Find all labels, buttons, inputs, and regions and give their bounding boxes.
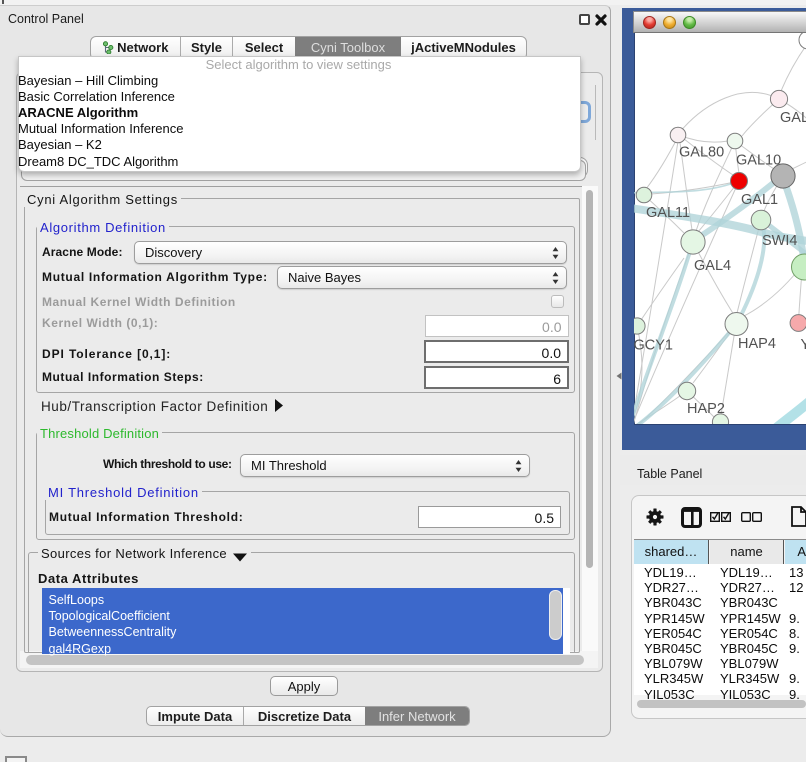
svg-text:SWI4: SWI4 <box>762 233 797 249</box>
svg-text:GAL80: GAL80 <box>679 145 724 161</box>
svg-text:HAP2: HAP2 <box>687 401 725 417</box>
svg-text:HAP4: HAP4 <box>738 336 776 352</box>
svg-text:GAL2: GAL2 <box>780 110 806 126</box>
svg-text:GAL4: GAL4 <box>694 258 731 274</box>
svg-text:Y: Y <box>801 337 806 353</box>
svg-text:GAL10: GAL10 <box>736 153 781 169</box>
svg-text:GCY1: GCY1 <box>634 338 673 354</box>
svg-text:GAL1: GAL1 <box>741 192 778 208</box>
svg-text:GAL11: GAL11 <box>646 205 690 221</box>
